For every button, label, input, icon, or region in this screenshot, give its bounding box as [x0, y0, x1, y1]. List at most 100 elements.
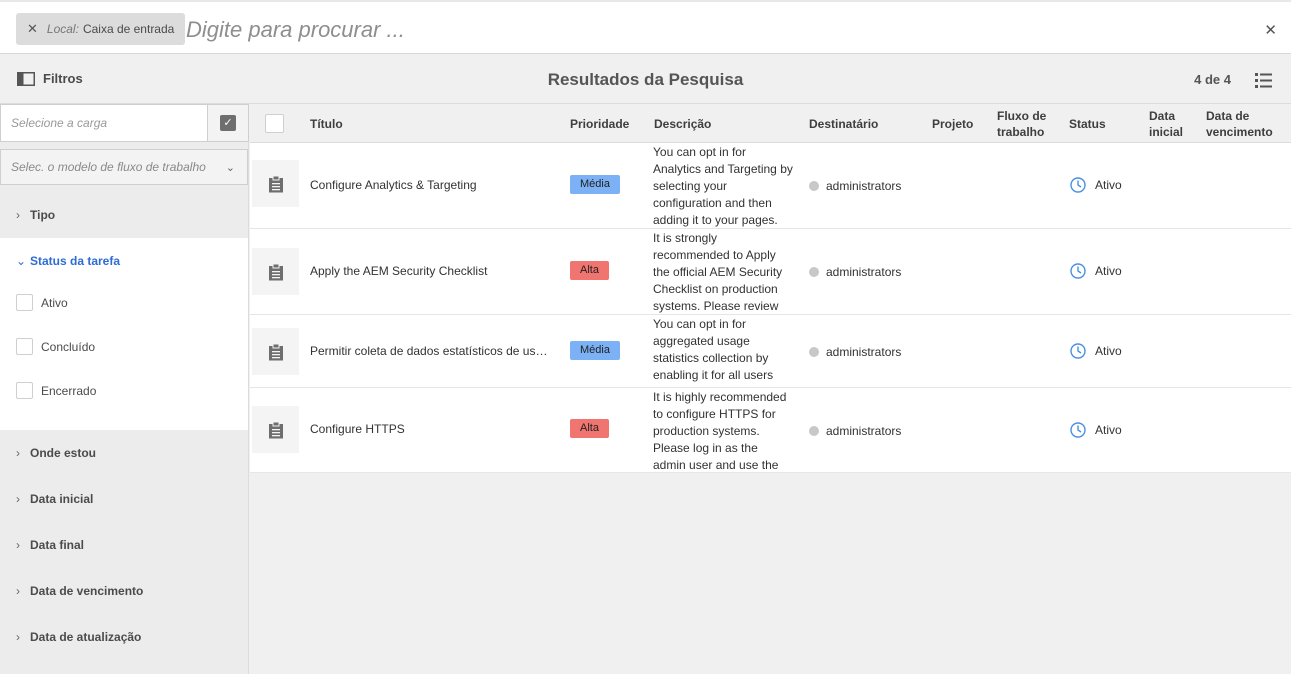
column-header-line: Fluxo de — [997, 109, 1047, 123]
status-option-concluido[interactable]: Concluído — [16, 338, 95, 355]
column-header-priority[interactable]: Prioridade — [570, 116, 629, 132]
avatar — [809, 426, 819, 436]
task-thumbnail[interactable] — [252, 160, 299, 207]
status-label: Ativo — [1095, 344, 1122, 358]
assignee: administrators — [809, 265, 901, 279]
location-tag[interactable]: ✕ Local: Caixa de entrada — [16, 13, 186, 45]
table-row[interactable]: Configure HTTPS Alta It is highly recomm… — [250, 388, 1291, 473]
priority-badge: Média — [570, 341, 620, 360]
remove-location-icon[interactable]: ✕ — [27, 21, 38, 37]
payload-input[interactable] — [0, 104, 208, 142]
task-status: Ativo — [1070, 422, 1122, 438]
payload-picker: ✓ — [0, 104, 249, 146]
chevron-right-icon: › — [16, 208, 20, 222]
column-header-title[interactable]: Título — [310, 116, 343, 132]
table-row[interactable]: Apply the AEM Security Checklist Alta It… — [250, 229, 1291, 315]
filter-section-update-date[interactable]: › Data de atualização — [0, 614, 248, 660]
search-input[interactable] — [186, 14, 1086, 46]
task-title[interactable]: Apply the AEM Security Checklist — [310, 264, 550, 278]
workflow-model-select[interactable]: Selec. o modelo de fluxo de trabalho ⌄ — [0, 149, 248, 185]
avatar — [809, 347, 819, 357]
chevron-right-icon: › — [16, 630, 20, 644]
column-header-line: vencimento — [1206, 125, 1273, 139]
workflow-model-placeholder: Selec. o modelo de fluxo de trabalho — [11, 160, 206, 174]
checkbox[interactable] — [16, 382, 33, 399]
page-title: Resultados da Pesquisa — [547, 70, 744, 89]
column-header-status[interactable]: Status — [1069, 116, 1106, 132]
chevron-right-icon: › — [16, 538, 20, 552]
task-status-options: Ativo Concluído Encerrado — [0, 284, 248, 430]
filter-section-end-date[interactable]: › Data final — [0, 522, 248, 568]
assignee-name: administrators — [826, 424, 902, 438]
table-row[interactable]: Configure Analytics & Targeting Média Yo… — [250, 143, 1291, 229]
column-header-project[interactable]: Projeto — [932, 116, 973, 132]
filter-section-task-status[interactable]: ⌄ Status da tarefa — [0, 238, 248, 284]
priority-badge: Alta — [570, 261, 609, 280]
assignee-name: administrators — [826, 345, 902, 359]
list-view-button[interactable] — [1255, 73, 1272, 91]
task-description: It is strongly recommended to Apply the … — [653, 231, 783, 313]
avatar — [809, 267, 819, 277]
status-option-label: Concluído — [41, 339, 96, 354]
filter-section-start-date[interactable]: › Data inicial — [0, 476, 248, 522]
avatar — [809, 181, 819, 191]
task-title[interactable]: Permitir coleta de dados estatísticos de… — [310, 344, 550, 358]
filter-section-where[interactable]: › Onde estou — [0, 430, 248, 476]
task-title[interactable]: Configure Analytics & Targeting — [310, 178, 550, 192]
filter-section-label: Tipo — [30, 208, 56, 222]
table-header: Título Prioridade Descrição Destinatário… — [250, 104, 1291, 143]
filter-section-label: Data final — [30, 538, 85, 552]
filters-sidebar: ✓ Selec. o modelo de fluxo de trabalho ⌄… — [0, 104, 249, 674]
column-header-line: Data de — [1206, 109, 1250, 123]
column-header-due-date[interactable]: Data de vencimento — [1206, 108, 1273, 140]
status-option-encerrado[interactable]: Encerrado — [16, 382, 96, 399]
task-thumbnail[interactable] — [252, 248, 299, 295]
task-description: It is highly recommended to configure HT… — [653, 390, 787, 472]
column-header-assignee[interactable]: Destinatário — [809, 116, 878, 132]
select-all-checkbox[interactable] — [265, 114, 284, 133]
table-row[interactable]: Permitir coleta de dados estatísticos de… — [250, 315, 1291, 388]
assignee-name: administrators — [826, 179, 902, 193]
close-search-icon[interactable]: ✕ — [1264, 21, 1277, 39]
filter-section-label: Data de vencimento — [30, 584, 144, 598]
task-description: You can opt in for Analytics and Targeti… — [653, 145, 793, 227]
location-value: Caixa de entrada — [82, 22, 175, 36]
result-count: 4 de 4 — [1194, 72, 1231, 87]
chevron-down-icon: ⌄ — [16, 254, 27, 268]
results-table: Título Prioridade Descrição Destinatário… — [250, 104, 1291, 473]
status-label: Ativo — [1095, 178, 1122, 192]
filter-section-label: Status da tarefa — [30, 254, 121, 268]
task-thumbnail[interactable] — [252, 406, 299, 453]
chevron-right-icon: › — [16, 492, 20, 506]
column-header-line: trabalho — [997, 125, 1045, 139]
task-thumbnail[interactable] — [252, 328, 299, 375]
search-bar: ✕ Local: Caixa de entrada ✕ — [0, 0, 1291, 54]
column-header-line: Data — [1149, 109, 1176, 123]
column-header-workflow[interactable]: Fluxo de trabalho — [997, 108, 1046, 140]
payload-select-button[interactable]: ✓ — [208, 104, 249, 142]
clipboard-icon — [268, 421, 283, 438]
location-prefix: Local: — [46, 22, 79, 36]
assignee-name: administrators — [826, 265, 902, 279]
clipboard-icon — [268, 175, 283, 192]
status-option-ativo[interactable]: Ativo — [16, 294, 68, 311]
list-view-icon — [1255, 73, 1272, 88]
task-status: Ativo — [1070, 177, 1122, 193]
chevron-right-icon: › — [16, 446, 20, 460]
assignee: administrators — [809, 424, 901, 438]
status-option-label: Ativo — [41, 295, 68, 310]
filter-section-due-date[interactable]: › Data de vencimento — [0, 568, 248, 614]
task-status: Ativo — [1070, 263, 1122, 279]
column-header-line: inicial — [1149, 125, 1184, 139]
task-title[interactable]: Configure HTTPS — [310, 422, 550, 436]
clock-icon — [1070, 177, 1086, 193]
column-header-description[interactable]: Descrição — [654, 116, 711, 132]
assignee: administrators — [809, 345, 901, 359]
column-header-start-date[interactable]: Data inicial — [1149, 108, 1183, 140]
checkbox[interactable] — [16, 294, 33, 311]
clipboard-icon — [268, 343, 283, 360]
filter-section-type[interactable]: › Tipo — [0, 192, 248, 238]
clock-icon — [1070, 343, 1086, 359]
status-label: Ativo — [1095, 264, 1122, 278]
checkbox[interactable] — [16, 338, 33, 355]
